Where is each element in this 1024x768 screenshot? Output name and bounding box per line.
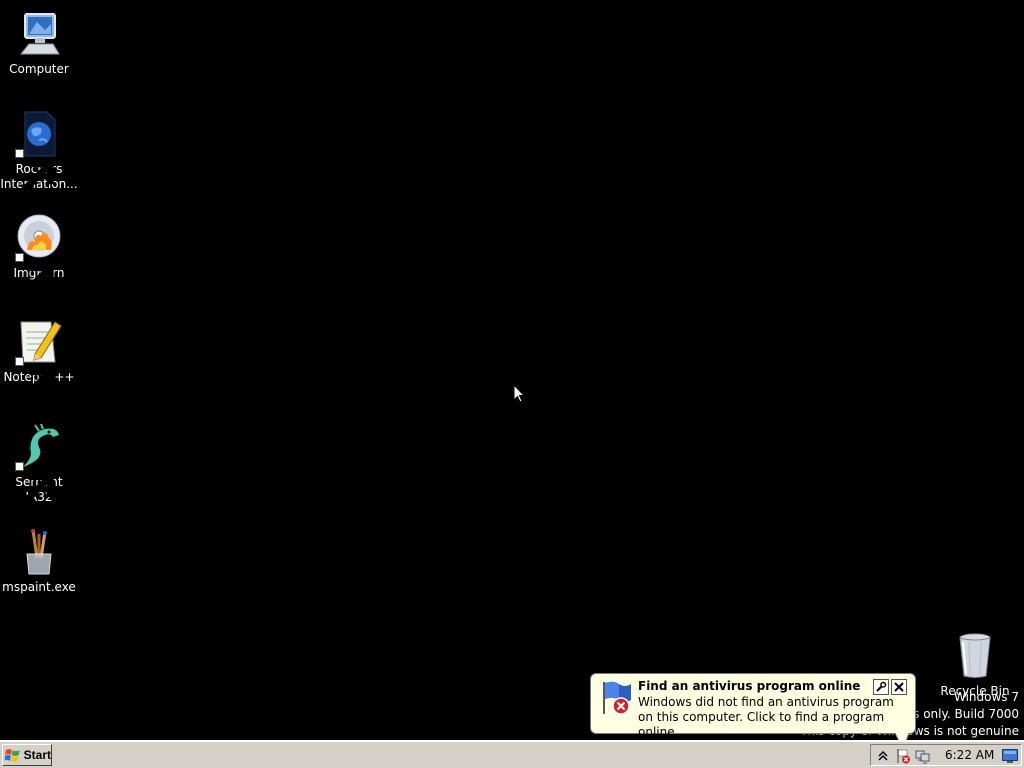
notification-close-button[interactable] bbox=[891, 679, 907, 695]
shortcut-arrow-icon bbox=[15, 149, 54, 194]
mouse-cursor-icon bbox=[513, 384, 525, 403]
security-flag-icon bbox=[599, 680, 635, 716]
notification-text[interactable]: Windows did not find an antivirus progra… bbox=[638, 695, 910, 740]
disc-flame-icon bbox=[15, 214, 63, 298]
desktop-icon-imgburn[interactable]: ImgBurn bbox=[0, 214, 78, 298]
desktop[interactable]: Computer Rockers Internation... ImgBurn … bbox=[0, 0, 1024, 749]
desktop-icon-serpent[interactable]: Serpent IA32 bbox=[0, 423, 78, 507]
wrench-icon bbox=[876, 681, 887, 692]
taskbar: Start 6:22 AM bbox=[0, 740, 1024, 768]
globe-document-icon bbox=[15, 110, 63, 194]
network-tray-button[interactable] bbox=[915, 748, 931, 764]
desktop-icon-mspaint[interactable]: mspaint.exe bbox=[0, 528, 78, 595]
action-center-error-icon bbox=[897, 749, 910, 764]
computer-icon bbox=[15, 10, 63, 58]
start-label: Start bbox=[23, 748, 51, 762]
network-icon bbox=[915, 750, 930, 764]
notification-options-button[interactable] bbox=[873, 679, 889, 695]
windows-logo-icon bbox=[5, 749, 20, 762]
recycle-bin-icon bbox=[951, 632, 999, 680]
clock[interactable]: 6:22 AM bbox=[945, 748, 994, 762]
system-tray: 6:22 AM bbox=[870, 744, 1022, 766]
serpent-icon bbox=[15, 423, 63, 507]
brushes-cup-icon bbox=[15, 528, 63, 576]
show-hidden-icons-button[interactable] bbox=[875, 748, 891, 764]
desktop-icon-notepadpp[interactable]: Notepad++ bbox=[0, 318, 78, 402]
desktop-icon-rockers[interactable]: Rockers Internation... bbox=[0, 110, 78, 194]
shortcut-arrow-icon bbox=[15, 253, 54, 298]
desktop-icon-label: Computer bbox=[9, 62, 69, 76]
shortcut-arrow-icon bbox=[15, 462, 54, 507]
chevron-up-icon bbox=[878, 750, 888, 761]
close-icon bbox=[894, 682, 904, 692]
desktop-icon-label: mspaint.exe bbox=[2, 580, 76, 594]
antivirus-notification-balloon[interactable]: Find an antivirus program online Windows… bbox=[590, 673, 916, 739]
start-button[interactable]: Start bbox=[2, 744, 52, 766]
shortcut-arrow-icon bbox=[15, 357, 54, 402]
action-center-tray-button[interactable] bbox=[895, 748, 911, 764]
desktop-icon-computer[interactable]: Computer bbox=[0, 10, 78, 77]
notepad-pencil-icon bbox=[15, 318, 63, 402]
notification-title: Find an antivirus program online bbox=[638, 679, 861, 693]
show-desktop-icon[interactable] bbox=[1002, 749, 1018, 763]
